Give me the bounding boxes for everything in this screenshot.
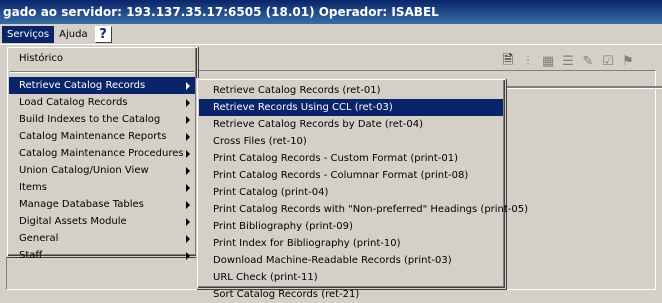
tool-icon[interactable]: ✎ <box>579 53 597 70</box>
menu-item-label: Items <box>19 182 47 193</box>
submenu-arrow-icon <box>186 150 190 158</box>
submenu-arrow-icon <box>186 184 190 192</box>
submenu-arrow-icon <box>186 116 190 124</box>
menu-item-digital-assets-module[interactable]: Digital Assets Module <box>9 213 195 230</box>
list-icon[interactable]: ☰ <box>559 53 577 70</box>
servicos-menu: Histórico Retrieve Catalog Records Load C… <box>6 46 198 261</box>
flag-icon[interactable]: ⚑ <box>619 53 637 70</box>
submenu-item-retrieve-catalog-records-by-date-ret-04[interactable]: Retrieve Catalog Records by Date (ret-04… <box>199 116 503 133</box>
new-record-icon[interactable]: 🗎 <box>499 53 517 70</box>
tree-icon[interactable]: ⫶ <box>519 53 537 70</box>
submenu-item-sort-catalog-records-ret-21[interactable]: Sort Catalog Records (ret-21) <box>199 286 503 303</box>
menu-item-label: Catalog Maintenance Reports <box>19 131 167 142</box>
toolbar: 🗎 ⫶ ▦ ☰ ✎ ☑ ⚑ <box>499 53 637 71</box>
menu-item-catalog-maintenance-procedures[interactable]: Catalog Maintenance Procedures <box>9 145 195 162</box>
menu-item-label: General <box>19 233 59 244</box>
menu-item-label: Catalog Maintenance Procedures <box>19 148 184 159</box>
menu-item-items[interactable]: Items <box>9 179 195 196</box>
submenu-arrow-icon <box>186 252 190 260</box>
submenu-arrow-icon <box>186 167 190 175</box>
help-icon[interactable]: ? <box>94 25 112 43</box>
submenu-arrow-icon <box>186 201 190 209</box>
menu-item-label: Digital Assets Module <box>19 216 127 227</box>
submenu-item-print-catalog-records-custom-format-print-01[interactable]: Print Catalog Records - Custom Format (p… <box>199 150 503 167</box>
submenu-item-print-bibliography-print-09[interactable]: Print Bibliography (print-09) <box>199 218 503 235</box>
submenu-arrow-icon <box>186 133 190 141</box>
submenu-arrow-icon <box>186 218 190 226</box>
menu-item-historico[interactable]: Histórico <box>9 50 195 67</box>
submenu-arrow-icon <box>186 235 190 243</box>
menu-item-label: Manage Database Tables <box>19 199 144 210</box>
menu-item-label: Union Catalog/Union View <box>19 165 149 176</box>
menu-item-staff[interactable]: Staff <box>9 247 195 264</box>
submenu-item-print-catalog-records-columnar-format-print-08[interactable]: Print Catalog Records - Columnar Format … <box>199 167 503 184</box>
submenu-item-cross-files-ret-10[interactable]: Cross Files (ret-10) <box>199 133 503 150</box>
submenu-item-print-catalog-print-04[interactable]: Print Catalog (print-04) <box>199 184 503 201</box>
menu-item-general[interactable]: General <box>9 230 195 247</box>
submenu-item-retrieve-catalog-records-ret-01[interactable]: Retrieve Catalog Records (ret-01) <box>199 82 503 99</box>
menu-item-label: Retrieve Catalog Records <box>19 80 146 91</box>
menu-servicos[interactable]: Serviços <box>2 25 55 43</box>
submenu-item-retrieve-records-using-ccl-ret-03[interactable]: Retrieve Records Using CCL (ret-03) <box>199 99 503 116</box>
menu-item-label: Build Indexes to the Catalog <box>19 114 161 125</box>
submenu-item-print-catalog-records-with-non-preferred-headings-print-05[interactable]: Print Catalog Records with "Non-preferre… <box>199 201 528 218</box>
submenu-item-print-index-for-bibliography-print-10[interactable]: Print Index for Bibliography (print-10) <box>199 235 503 252</box>
menu-item-union-catalog-union-view[interactable]: Union Catalog/Union View <box>9 162 195 179</box>
checkbox-icon[interactable]: ☑ <box>599 53 617 70</box>
menu-item-manage-database-tables[interactable]: Manage Database Tables <box>9 196 195 213</box>
submenu-arrow-icon <box>186 82 190 90</box>
grid-icon[interactable]: ▦ <box>539 53 557 70</box>
menu-item-retrieve-catalog-records[interactable]: Retrieve Catalog Records <box>9 77 195 94</box>
submenu-arrow-icon <box>186 99 190 107</box>
menu-item-build-indexes-to-the-catalog[interactable]: Build Indexes to the Catalog <box>9 111 195 128</box>
submenu-item-download-machine-readable-records-print-03[interactable]: Download Machine-Readable Records (print… <box>199 252 503 269</box>
menu-item-label: Staff <box>19 250 43 261</box>
menu-bar: Serviços Ajuda ? <box>0 24 662 45</box>
window-title: gado ao servidor: 193.137.35.17:6505 (18… <box>3 5 439 19</box>
submenu-item-url-check-print-11[interactable]: URL Check (print-11) <box>199 269 503 286</box>
menu-separator <box>10 71 194 73</box>
retrieve-catalog-submenu: Retrieve Catalog Records (ret-01) Retriev… <box>196 78 528 300</box>
menu-item-catalog-maintenance-reports[interactable]: Catalog Maintenance Reports <box>9 128 195 145</box>
menu-item-load-catalog-records[interactable]: Load Catalog Records <box>9 94 195 111</box>
window-title-bar: gado ao servidor: 193.137.35.17:6505 (18… <box>0 0 662 24</box>
menu-item-label: Load Catalog Records <box>19 97 128 108</box>
menu-ajuda[interactable]: Ajuda <box>54 26 92 43</box>
